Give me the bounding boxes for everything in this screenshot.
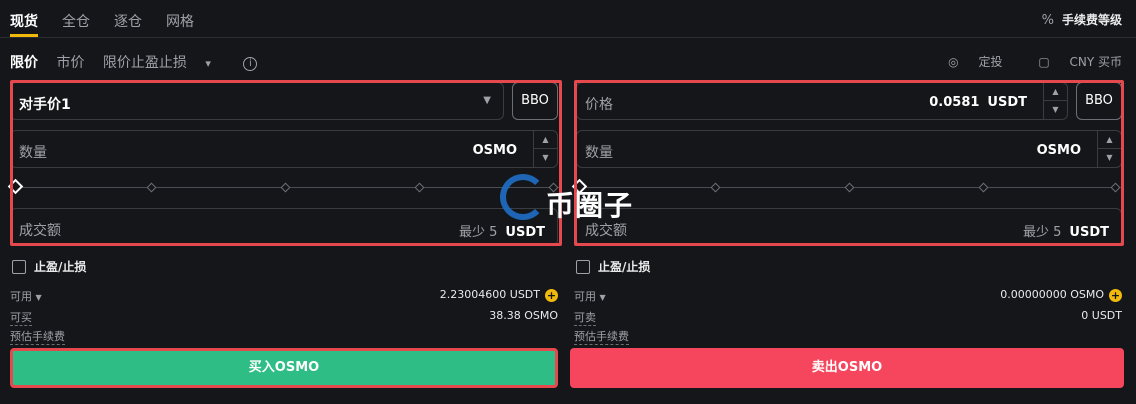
checkbox[interactable]: [576, 260, 590, 274]
buy-tp-sl-label: 止盈/止损: [34, 260, 87, 274]
slider-step-100[interactable]: [1110, 182, 1121, 193]
slider-step-50[interactable]: [280, 182, 291, 193]
buy-available-label[interactable]: 可用 ▼: [10, 288, 42, 304]
sell-quantity-stepper: ▲ ▼: [1097, 131, 1121, 167]
buy-amount-slider[interactable]: [7, 178, 560, 198]
sell-available-label-text: 可用: [574, 290, 596, 303]
auto-invest-icon: ◎: [948, 55, 959, 69]
buy-available-label-text: 可用: [10, 290, 32, 303]
increment-icon[interactable]: ▲: [1044, 83, 1067, 101]
slider-step-50[interactable]: [844, 182, 855, 193]
buy-available-value-wrap: 2.23004600 USDT +: [440, 288, 558, 302]
sell-tp-sl-label: 止盈/止损: [598, 260, 651, 274]
trade-mode-tabs: 现货 全仓 逐仓 网格 % 手续费等级: [0, 0, 1136, 38]
sell-price-field[interactable]: 价格 0.0581 USDT ▲ ▼: [576, 82, 1068, 120]
sell-amount-field[interactable]: 成交额 最少 5 USDT: [576, 208, 1122, 246]
active-tab-indicator: [10, 34, 38, 37]
slider-step-25[interactable]: [710, 182, 721, 193]
buy-bbo-button[interactable]: BBO: [512, 82, 558, 120]
buy-can-buy-label: 可买: [10, 311, 32, 326]
info-icon[interactable]: i: [243, 57, 258, 71]
buy-quantity-field[interactable]: 数量 OSMO ▲ ▼: [10, 130, 558, 168]
fee-level-label: 手续费等级: [1061, 13, 1122, 27]
auto-invest-label: 定投: [978, 55, 1003, 69]
buy-amount-field[interactable]: 成交额 最少 5 USDT: [10, 208, 558, 246]
order-type-limit[interactable]: 限价: [10, 55, 38, 71]
caret-down-icon: ▼: [35, 293, 42, 302]
fee-level-link[interactable]: % 手续费等级: [1042, 11, 1122, 28]
tab-isolated-margin[interactable]: 逐仓: [114, 11, 142, 31]
chevron-down-icon: ▾: [205, 57, 211, 70]
decrement-icon[interactable]: ▼: [1098, 149, 1121, 167]
order-type-selector: 限价 市价 限价止盈止损 ▾ i: [10, 52, 271, 72]
buy-amount-min: 最少 5: [459, 225, 498, 240]
sell-quantity-unit: OSMO: [1036, 143, 1081, 158]
increment-icon[interactable]: ▲: [534, 131, 557, 149]
buy-amount-label: 成交额: [19, 223, 61, 239]
sell-price-label: 价格: [585, 97, 613, 113]
tab-cross-margin[interactable]: 全仓: [62, 11, 90, 31]
caret-down-icon: ▼: [599, 293, 606, 302]
sell-bbo-button[interactable]: BBO: [1076, 82, 1122, 120]
buy-est-fee-label[interactable]: 预估手续费: [10, 328, 65, 345]
increment-icon[interactable]: ▲: [1098, 131, 1121, 149]
deposit-plus-icon[interactable]: +: [545, 289, 558, 302]
sell-amount-min-wrap: 最少 5 USDT: [1023, 221, 1109, 240]
sell-available-label[interactable]: 可用 ▼: [574, 288, 606, 304]
cny-buy-label: CNY 买币: [1069, 55, 1122, 69]
sell-est-fee-label[interactable]: 预估手续费: [574, 328, 629, 345]
cny-buy-link[interactable]: ▢ CNY 买币: [1022, 55, 1122, 69]
buy-price-select-value: 对手价1: [19, 97, 71, 113]
buy-quantity-stepper: ▲ ▼: [533, 131, 557, 167]
slider-step-75[interactable]: [414, 182, 425, 193]
bag-icon: ▢: [1038, 55, 1050, 69]
watermark-logo: 币圈子: [500, 172, 650, 228]
sell-osmo-button[interactable]: 卖出OSMO: [570, 348, 1124, 388]
sell-can-sell-value: 0 USDT: [1081, 309, 1122, 322]
right-links: ◎ 定投 ▢ CNY 买币: [916, 53, 1122, 70]
auto-invest-link[interactable]: ◎ 定投: [932, 55, 1002, 69]
order-type-tp-sl-label: 限价止盈止损: [102, 55, 187, 71]
deposit-plus-icon[interactable]: +: [1109, 289, 1122, 302]
order-type-tp-sl[interactable]: 限价止盈止损 ▾: [103, 55, 225, 71]
sell-can-sell-label: 可卖: [574, 311, 596, 326]
buy-price-select[interactable]: 对手价1 ▼: [10, 82, 504, 120]
buy-tp-sl-toggle[interactable]: 止盈/止损: [12, 258, 86, 275]
sell-price-value: 0.0581: [929, 95, 980, 110]
checkbox[interactable]: [12, 260, 26, 274]
buy-osmo-button[interactable]: 买入OSMO: [10, 348, 558, 388]
order-type-market[interactable]: 市价: [56, 55, 84, 71]
slider-step-25[interactable]: [146, 182, 157, 193]
logo-ring-icon: [500, 174, 546, 220]
sell-price-unit: USDT: [987, 95, 1027, 110]
sell-available-value-wrap: 0.00000000 OSMO +: [1000, 288, 1122, 302]
tab-grid[interactable]: 网格: [166, 11, 194, 31]
tab-spot[interactable]: 现货: [10, 11, 38, 31]
sell-amount-min: 最少 5: [1023, 225, 1062, 240]
sell-amount-slider[interactable]: [571, 178, 1122, 198]
sell-quantity-label: 数量: [585, 145, 613, 161]
caret-down-icon: ▼: [483, 95, 491, 106]
decrement-icon[interactable]: ▼: [1044, 101, 1067, 119]
sell-available-value: 0.00000000 OSMO: [1000, 288, 1104, 301]
watermark-text: 币圈子: [546, 189, 634, 222]
buy-quantity-label: 数量: [19, 145, 47, 161]
buy-available-value: 2.23004600 USDT: [439, 288, 540, 301]
sell-price-stepper: ▲ ▼: [1043, 83, 1067, 119]
buy-quantity-unit: OSMO: [472, 143, 517, 158]
decrement-icon[interactable]: ▼: [534, 149, 557, 167]
slider-step-75[interactable]: [978, 182, 989, 193]
slider-handle[interactable]: [7, 178, 24, 195]
sell-quantity-field[interactable]: 数量 OSMO ▲ ▼: [576, 130, 1122, 168]
buy-can-buy-value: 38.38 OSMO: [489, 309, 558, 322]
sell-tp-sl-toggle[interactable]: 止盈/止损: [576, 258, 650, 275]
sell-amount-unit: USDT: [1069, 225, 1109, 240]
percent-icon: %: [1041, 13, 1054, 28]
sell-price-value-wrap: 0.0581 USDT: [929, 95, 1027, 110]
